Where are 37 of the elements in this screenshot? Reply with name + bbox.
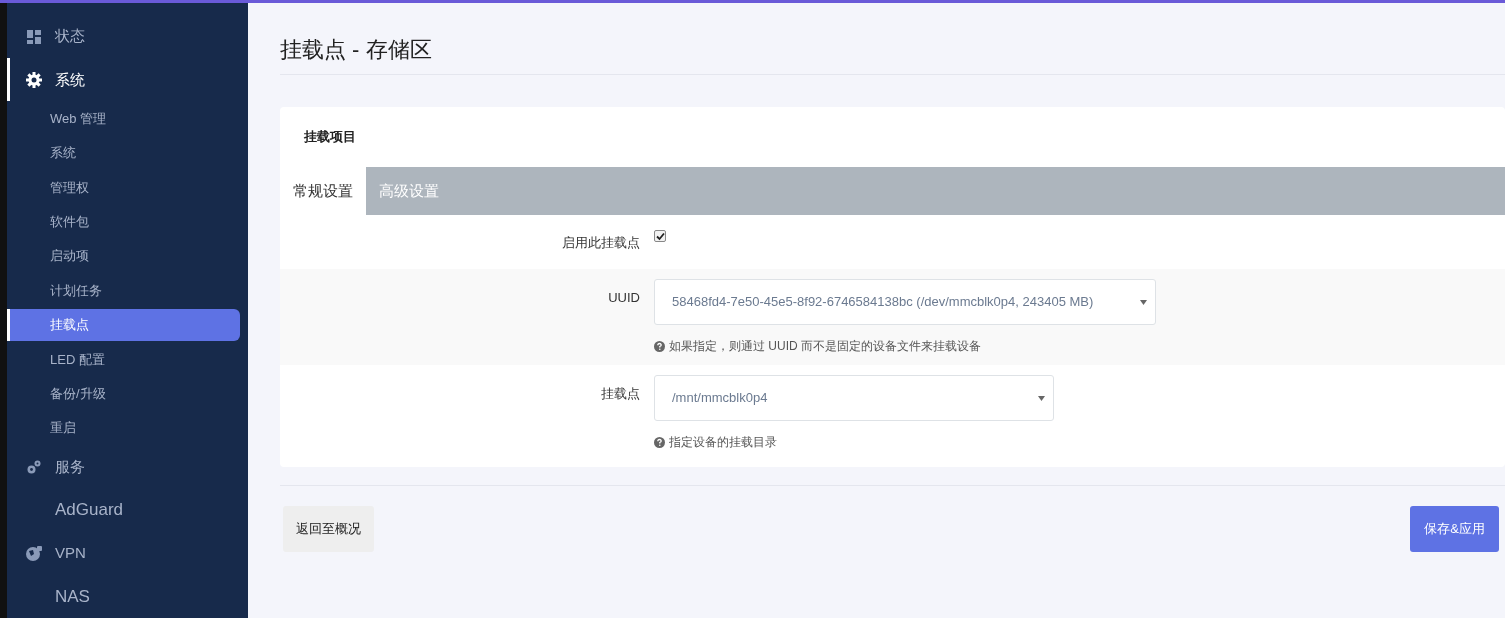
sidebar-section[interactable]: 服务 [7, 445, 248, 489]
caret-icon [1140, 299, 1147, 305]
sidebar-section[interactable]: 状态 [7, 15, 248, 59]
sidebar-item[interactable]: LED 配置 [7, 343, 240, 376]
back-button[interactable]: 返回至概况 [283, 506, 374, 552]
field-label: 启用此挂载点 [562, 234, 640, 252]
checkbox[interactable] [654, 230, 666, 242]
select-field[interactable]: /mnt/mmcblk0p4 [654, 375, 1054, 421]
sidebar-item[interactable]: 备份/升级 [7, 377, 240, 410]
field-label: 挂载点 [601, 385, 640, 403]
page-title: 挂载点 - 存储区 [280, 36, 432, 64]
help-icon [654, 436, 665, 448]
sidebar-item[interactable]: 系统 [7, 136, 240, 170]
help-text: 如果指定，则通过 UUID 而不是固定的设备文件来挂载设备 [669, 338, 981, 355]
caret-icon [1038, 395, 1045, 401]
dashboard-icon [27, 29, 41, 44]
card-title: 挂载项目 [304, 128, 356, 147]
sidebar-section[interactable]: AdGuard [7, 488, 248, 532]
globe-icon [26, 545, 42, 561]
gears-icon [27, 459, 41, 474]
field-label: UUID [608, 289, 640, 307]
save-button[interactable]: 保存&应用 [1410, 506, 1499, 552]
sidebar-item[interactable]: 启动项 [7, 239, 240, 273]
sidebar-section[interactable]: NAS [7, 574, 248, 618]
sidebar-item[interactable]: 管理权 [7, 171, 240, 204]
select-field[interactable]: 58468fd4-7e50-45e5-8f92-6746584138bc (/dev/mmcblk0p4, 243405 MB) [654, 279, 1156, 325]
sidebar-item[interactable]: 重启 [7, 411, 240, 445]
help-text: 指定设备的挂载目录 [669, 434, 777, 451]
sidebar-item[interactable]: 挂载点 [7, 308, 240, 342]
sidebar-section[interactable]: 系统 [7, 58, 248, 102]
sidebar-item[interactable]: Web 管理 [7, 102, 240, 135]
sidebar-item[interactable]: 计划任务 [7, 274, 240, 307]
sidebar-item[interactable]: 软件包 [7, 205, 240, 238]
settings-icon [26, 71, 42, 88]
help-icon [654, 340, 665, 352]
sidebar-section[interactable]: VPN [7, 531, 248, 575]
tab[interactable]: 常规设置 [280, 167, 366, 215]
